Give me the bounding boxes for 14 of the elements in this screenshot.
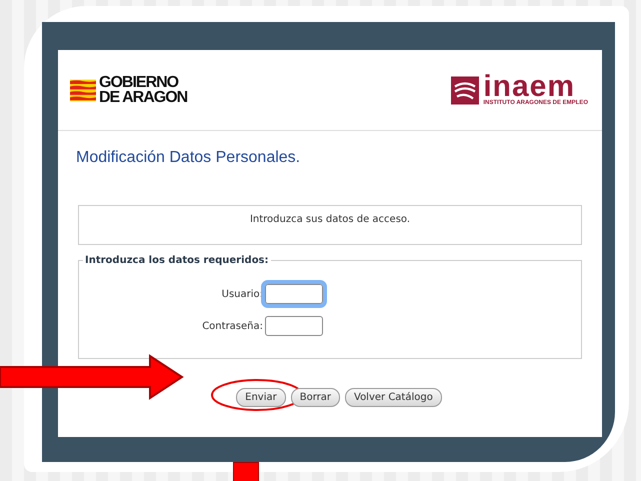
logo-text: inaem — [483, 74, 576, 100]
logo-text: DE ARAGON — [99, 90, 188, 105]
logo-icon — [451, 74, 480, 106]
form-button[interactable]: Borrar — [290, 388, 340, 407]
arrow-tail — [233, 462, 259, 481]
form-button[interactable]: Volver Catálogo — [345, 388, 442, 407]
message-text: Introduzca sus datos de acceso. — [250, 214, 410, 227]
form-button[interactable]: Enviar — [236, 388, 286, 407]
input-field[interactable] — [265, 316, 323, 336]
page-title: Modificación Datos Personales. — [76, 149, 302, 167]
form-legend: Introduzca los datos requeridos: — [83, 255, 271, 266]
logo-text: GOBIERNO — [99, 75, 178, 90]
field-label: Contraseña: — [201, 320, 264, 332]
field-label: Usuario: — [220, 288, 264, 300]
